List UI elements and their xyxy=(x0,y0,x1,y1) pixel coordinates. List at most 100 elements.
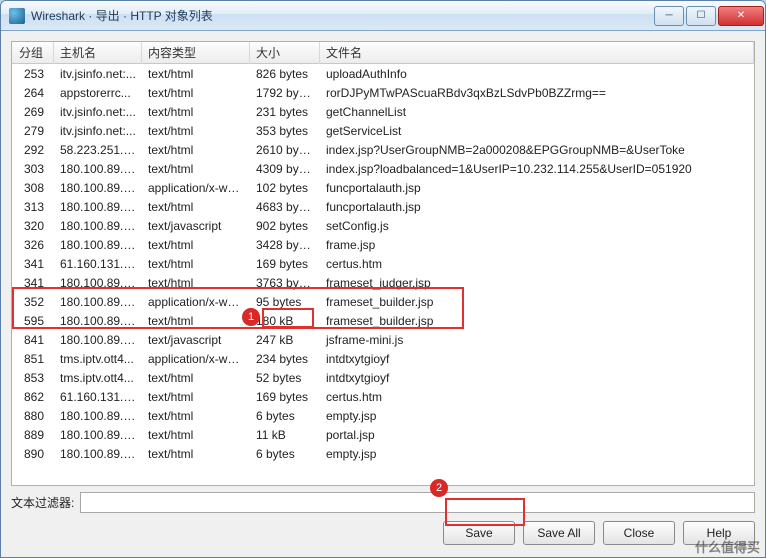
cell-ctype: text/html xyxy=(142,237,250,253)
col-hostname[interactable]: 主机名 xyxy=(54,41,142,64)
table-row[interactable]: 880180.100.89.3...text/html6 bytesempty.… xyxy=(12,406,754,425)
wireshark-export-window: Wireshark · 导出 · HTTP 对象列表 ─ ☐ ✕ 分组 主机名 … xyxy=(0,0,766,558)
table-body[interactable]: 253itv.jsinfo.net:...text/html826 bytesu… xyxy=(12,64,754,485)
cell-size: 4683 bytes xyxy=(250,199,320,215)
cell-fname: getChannelList xyxy=(320,104,754,120)
cell-pkt: 341 xyxy=(12,275,54,291)
cell-host: appstorerrc... xyxy=(54,85,142,101)
wireshark-icon xyxy=(9,8,25,24)
table-row[interactable]: 34161.160.131.34text/html169 bytescertus… xyxy=(12,254,754,273)
cell-host: 180.100.89.3... xyxy=(54,275,142,291)
table-row[interactable]: 320180.100.89.3...text/javascript902 byt… xyxy=(12,216,754,235)
cell-pkt: 320 xyxy=(12,218,54,234)
cell-host: itv.jsinfo.net:... xyxy=(54,66,142,82)
save-all-button[interactable]: Save All xyxy=(523,521,595,545)
cell-fname: certus.htm xyxy=(320,256,754,272)
watermark: 什么值得买 xyxy=(695,537,760,556)
cell-host: itv.jsinfo.net:... xyxy=(54,104,142,120)
cell-host: 180.100.89.3... xyxy=(54,332,142,348)
cell-pkt: 313 xyxy=(12,199,54,215)
cell-fname: uploadAuthInfo xyxy=(320,66,754,82)
cell-pkt: 880 xyxy=(12,408,54,424)
table-row[interactable]: 313180.100.89.3...text/html4683 bytesfun… xyxy=(12,197,754,216)
cell-fname: jsframe-mini.js xyxy=(320,332,754,348)
cell-fname: setConfig.js xyxy=(320,218,754,234)
cell-ctype: text/html xyxy=(142,123,250,139)
cell-fname: frameset_judger.jsp xyxy=(320,275,754,291)
cell-ctype: text/html xyxy=(142,256,250,272)
table-row[interactable]: 595180.100.89.3...text/html180 kBframese… xyxy=(12,311,754,330)
cell-host: tms.iptv.ott4... xyxy=(54,370,142,386)
col-content-type[interactable]: 内容类型 xyxy=(142,41,250,64)
cell-fname: empty.jsp xyxy=(320,446,754,462)
cell-pkt: 253 xyxy=(12,66,54,82)
window-title: Wireshark · 导出 · HTTP 对象列表 xyxy=(31,7,213,24)
minimize-button[interactable]: ─ xyxy=(654,6,684,26)
cell-host: 180.100.89.3... xyxy=(54,408,142,424)
cell-size: 826 bytes xyxy=(250,66,320,82)
filter-row: 文本过滤器: xyxy=(11,486,755,521)
cell-ctype: text/html xyxy=(142,142,250,158)
cell-ctype: text/html xyxy=(142,275,250,291)
cell-host: 180.100.89.3... xyxy=(54,237,142,253)
maximize-button[interactable]: ☐ xyxy=(686,6,716,26)
cell-host: 58.223.251.1... xyxy=(54,142,142,158)
cell-pkt: 851 xyxy=(12,351,54,367)
cell-pkt: 341 xyxy=(12,256,54,272)
filter-input[interactable] xyxy=(80,492,755,513)
table-row[interactable]: 253itv.jsinfo.net:...text/html826 bytesu… xyxy=(12,64,754,83)
cell-ctype: text/html xyxy=(142,389,250,405)
table-row[interactable]: 308180.100.89.3...application/x-ww...102… xyxy=(12,178,754,197)
close-button[interactable]: ✕ xyxy=(718,6,764,26)
cell-size: 52 bytes xyxy=(250,370,320,386)
cell-pkt: 264 xyxy=(12,85,54,101)
save-button[interactable]: Save xyxy=(443,521,515,545)
cell-ctype: text/html xyxy=(142,313,250,329)
cell-size: 234 bytes xyxy=(250,351,320,367)
cell-ctype: text/html xyxy=(142,66,250,82)
col-filename[interactable]: 文件名 xyxy=(320,41,754,64)
cell-host: 180.100.89.3... xyxy=(54,218,142,234)
cell-fname: index.jsp?UserGroupNMB=2a000208&EPGGroup… xyxy=(320,142,754,158)
table-row[interactable]: 851tms.iptv.ott4...application/x-ww...23… xyxy=(12,349,754,368)
cell-ctype: application/x-ww... xyxy=(142,180,250,196)
cell-host: 61.160.131.34 xyxy=(54,389,142,405)
cell-host: 180.100.89.3... xyxy=(54,446,142,462)
cell-host: 61.160.131.34 xyxy=(54,256,142,272)
cell-pkt: 841 xyxy=(12,332,54,348)
table-row[interactable]: 264appstorerrc...text/html1792 bytesrorD… xyxy=(12,83,754,102)
cell-host: 180.100.89.3... xyxy=(54,313,142,329)
table-row[interactable]: 841180.100.89.3...text/javascript247 kBj… xyxy=(12,330,754,349)
cell-pkt: 352 xyxy=(12,294,54,310)
cell-fname: frameset_builder.jsp xyxy=(320,294,754,310)
cell-ctype: application/x-ww... xyxy=(142,351,250,367)
cell-pkt: 853 xyxy=(12,370,54,386)
cell-ctype: text/html xyxy=(142,104,250,120)
cell-pkt: 595 xyxy=(12,313,54,329)
col-size[interactable]: 大小 xyxy=(250,41,320,64)
close-dialog-button[interactable]: Close xyxy=(603,521,675,545)
table-row[interactable]: 341180.100.89.3...text/html3763 bytesfra… xyxy=(12,273,754,292)
cell-fname: certus.htm xyxy=(320,389,754,405)
table-row[interactable]: 303180.100.89.3...text/html4309 bytesind… xyxy=(12,159,754,178)
cell-size: 247 kB xyxy=(250,332,320,348)
table-row[interactable]: 86261.160.131.34text/html169 bytescertus… xyxy=(12,387,754,406)
table-row[interactable]: 29258.223.251.1...text/html2610 bytesind… xyxy=(12,140,754,159)
cell-fname: funcportalauth.jsp xyxy=(320,199,754,215)
col-packet[interactable]: 分组 xyxy=(12,41,54,64)
cell-size: 95 bytes xyxy=(250,294,320,310)
table-row[interactable]: 352180.100.89.3...application/x-ww...95 … xyxy=(12,292,754,311)
table-row[interactable]: 890180.100.89.3...text/html6 bytesempty.… xyxy=(12,444,754,463)
table-row[interactable]: 269itv.jsinfo.net:...text/html231 bytesg… xyxy=(12,102,754,121)
table-row[interactable]: 326180.100.89.3...text/html3428 bytesfra… xyxy=(12,235,754,254)
table-row[interactable]: 279itv.jsinfo.net:...text/html353 bytesg… xyxy=(12,121,754,140)
cell-fname: rorDJPyMTwPAScuaRBdv3qxBzLSdvPb0BZZrmg== xyxy=(320,85,754,101)
cell-fname: empty.jsp xyxy=(320,408,754,424)
cell-ctype: text/javascript xyxy=(142,218,250,234)
cell-ctype: text/html xyxy=(142,199,250,215)
table-row[interactable]: 889180.100.89.3...text/html11 kBportal.j… xyxy=(12,425,754,444)
titlebar[interactable]: Wireshark · 导出 · HTTP 对象列表 ─ ☐ ✕ xyxy=(1,1,765,31)
cell-size: 3763 bytes xyxy=(250,275,320,291)
cell-ctype: text/html xyxy=(142,370,250,386)
table-row[interactable]: 853tms.iptv.ott4...text/html52 bytesintd… xyxy=(12,368,754,387)
